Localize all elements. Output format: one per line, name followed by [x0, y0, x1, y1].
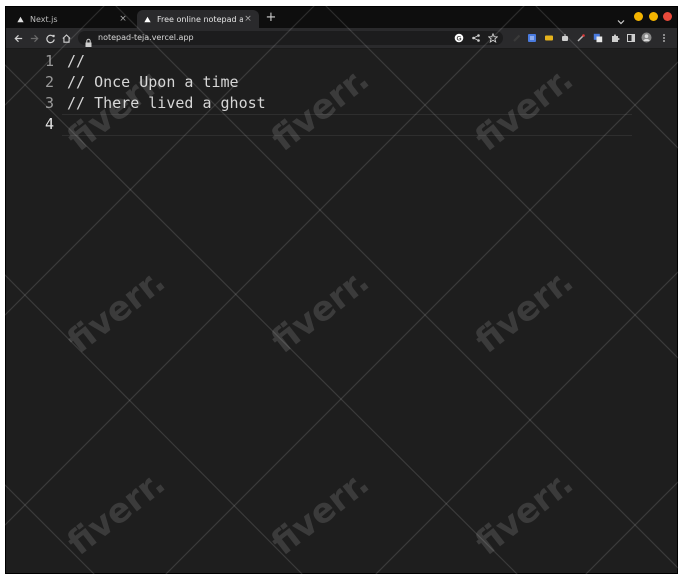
close-window-button[interactable] — [663, 12, 672, 21]
line-text[interactable]: // Once Upon a time — [67, 72, 239, 93]
notepad-editor[interactable]: 1 // 2 // Once Upon a time 3 // There li… — [6, 49, 677, 573]
forward-arrow-icon[interactable] — [28, 32, 40, 44]
address-bar[interactable]: notepad-teja.vercel.app G — [78, 31, 503, 47]
tab-label: Next.js — [30, 14, 58, 24]
vercel-triangle-icon — [143, 15, 151, 23]
extensions-puzzle-icon[interactable] — [609, 32, 620, 43]
svg-text:G: G — [456, 35, 461, 42]
kebab-menu-icon[interactable] — [658, 32, 669, 43]
tab-nextjs[interactable]: Next.js × — [10, 10, 134, 28]
line-number: 2 — [44, 73, 54, 91]
editor-line[interactable]: 3 // There lived a ghost — [6, 93, 677, 114]
tab-close-icon[interactable]: × — [118, 14, 128, 24]
vercel-triangle-icon — [16, 15, 24, 23]
extension-pen-icon[interactable] — [511, 32, 522, 43]
back-arrow-icon[interactable] — [12, 32, 24, 44]
url-text: notepad-teja.vercel.app — [98, 33, 194, 42]
tab-strip: Next.js × Free online notepad app × + — [6, 7, 677, 28]
tab-label: Free online notepad app — [157, 14, 243, 24]
editor-line[interactable]: 2 // Once Upon a time — [6, 72, 677, 93]
tab-notepad[interactable]: Free online notepad app × — [137, 10, 259, 28]
extension-robot-icon[interactable] — [559, 32, 570, 43]
reload-icon[interactable] — [44, 32, 56, 44]
side-panel-icon[interactable] — [625, 32, 636, 43]
tab-search-chevron-icon[interactable] — [616, 12, 626, 25]
extension-docs-icon[interactable] — [526, 32, 537, 43]
line-number: 4 — [44, 115, 54, 133]
extension-translate-icon[interactable] — [592, 32, 603, 43]
profile-avatar-icon[interactable] — [641, 32, 652, 43]
lock-icon[interactable] — [84, 33, 94, 47]
extension-tag-icon[interactable] — [543, 32, 554, 43]
editor-line-active[interactable]: 4 — [6, 114, 677, 135]
line-number: 1 — [44, 52, 54, 70]
line-number: 3 — [44, 94, 54, 112]
bookmark-star-icon[interactable] — [487, 32, 499, 44]
new-tab-button[interactable]: + — [264, 10, 278, 26]
browser-window: Next.js × Free online notepad app × + — [5, 6, 678, 574]
google-icon[interactable]: G — [453, 32, 465, 44]
share-icon[interactable] — [470, 32, 482, 44]
line-text[interactable]: // — [67, 51, 85, 72]
minimize-button[interactable] — [634, 12, 643, 21]
maximize-button[interactable] — [649, 12, 658, 21]
editor-line[interactable]: 1 // — [6, 51, 677, 72]
browser-toolbar: notepad-teja.vercel.app G — [6, 28, 677, 49]
tab-close-icon[interactable]: × — [243, 14, 253, 24]
line-text[interactable]: // There lived a ghost — [67, 93, 266, 114]
home-icon[interactable] — [60, 32, 72, 44]
extension-dropper-icon[interactable] — [575, 32, 586, 43]
